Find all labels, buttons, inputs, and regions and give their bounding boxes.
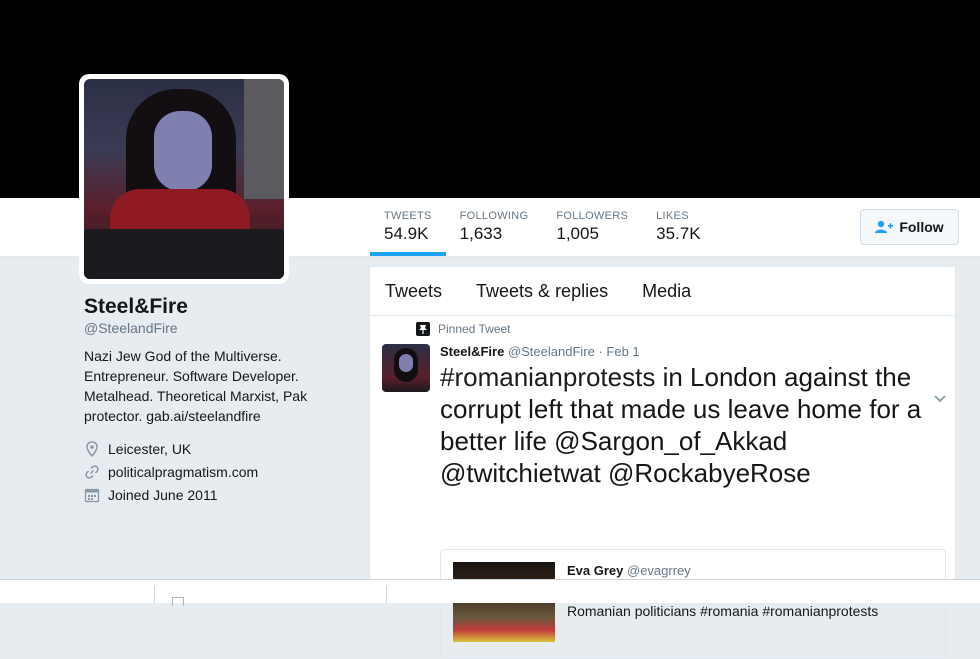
location-pin-icon [86, 440, 98, 457]
tweet-header: Steel&Fire @SteelandFire · Feb 1 [440, 344, 640, 359]
location-text: Leicester, UK [108, 440, 192, 457]
stat-value: 35.7K [656, 224, 701, 243]
website-link[interactable]: politicalpragmatism.com [108, 464, 258, 480]
bio-link[interactable]: gab.ai/steelandfire [146, 408, 260, 424]
add-user-icon [875, 220, 894, 233]
pin-icon [416, 322, 430, 336]
tweet-text: #romanianprotests in London against the … [440, 361, 940, 489]
quoted-author-handle: @evagrrey [627, 563, 691, 578]
avatar-image [84, 79, 284, 279]
tab-media[interactable]: Media [642, 281, 691, 302]
tweet-author-avatar[interactable] [382, 344, 430, 392]
follow-label: Follow [899, 219, 944, 235]
profile-name[interactable]: Steel&Fire [84, 294, 344, 320]
timeline: Tweets Tweets & replies Media Pinned Twe… [369, 266, 956, 659]
quoted-author-name: Eva Grey [567, 563, 624, 578]
quoted-tweet-header: Eva Grey @evagrrey [567, 563, 691, 578]
stat-followers[interactable]: FOLLOWERS 1,005 [542, 198, 642, 256]
timeline-tabs: Tweets Tweets & replies Media [370, 267, 955, 316]
tab-tweets[interactable]: Tweets [385, 281, 442, 302]
link-icon [85, 464, 99, 479]
divider [386, 586, 387, 603]
joined-row: Joined June 2011 [84, 483, 344, 506]
stat-tweets[interactable]: TWEETS 54.9K [370, 198, 446, 256]
stat-following[interactable]: FOLLOWING 1,633 [446, 198, 543, 256]
calendar-icon [84, 488, 100, 502]
divider [154, 586, 155, 603]
tweet-mention[interactable]: @Sargon_of_Akkad [554, 426, 787, 456]
location-row: Leicester, UK [84, 437, 344, 460]
profile-bio: Nazi Jew God of the Multiverse. Entrepre… [84, 346, 344, 426]
profile-avatar[interactable] [79, 74, 289, 284]
tweet-author-handle[interactable]: @SteelandFire [508, 344, 595, 359]
tweet-author-name[interactable]: Steel&Fire [440, 344, 504, 359]
website-row: politicalpragmatism.com [84, 460, 344, 483]
pinned-label: Pinned Tweet [438, 322, 511, 336]
quoted-tweet-card[interactable]: Eva Grey @evagrrey London protests again… [440, 549, 946, 659]
tweet-mention[interactable]: @twitchietwat [440, 458, 601, 488]
stat-label: TWEETS [384, 210, 432, 222]
stat-value: 54.9K [384, 224, 429, 243]
profile-meta: Leicester, UK politicalpragmatism.com Jo… [84, 437, 344, 506]
stat-likes[interactable]: LIKES 35.7K [642, 198, 714, 256]
bottom-bar [0, 579, 980, 606]
stat-label: LIKES [656, 210, 689, 222]
tab-tweets-replies[interactable]: Tweets & replies [476, 281, 608, 302]
joined-text: Joined June 2011 [108, 486, 218, 503]
profile-sidebar: Steel&Fire @SteelandFire Nazi Jew God of… [84, 294, 344, 506]
profile-stats: TWEETS 54.9K FOLLOWING 1,633 FOLLOWERS 1… [370, 198, 715, 256]
tweet-date[interactable]: Feb 1 [606, 344, 639, 359]
stat-value: 1,005 [556, 224, 599, 243]
stat-label: FOLLOWING [459, 210, 529, 222]
follow-button[interactable]: Follow [860, 209, 959, 245]
tweet-mention[interactable]: @RockabyeRose [608, 458, 811, 488]
tweet-hashtag[interactable]: #romanianprotests [440, 362, 655, 392]
stat-label: FOLLOWERS [556, 210, 629, 222]
profile-handle[interactable]: @SteelandFire [84, 320, 344, 336]
tweet-separator: · [594, 344, 607, 359]
pinned-indicator: Pinned Tweet [416, 322, 511, 336]
stat-value: 1,633 [459, 224, 503, 243]
